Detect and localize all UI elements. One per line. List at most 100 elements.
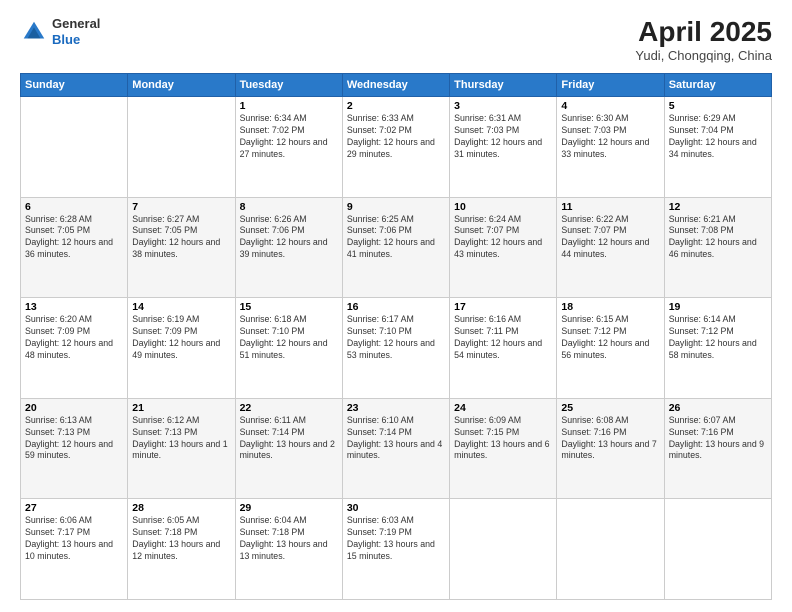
day-number: 3 [454,100,552,112]
day-number: 9 [347,201,445,213]
day-cell: 5Sunrise: 6:29 AM Sunset: 7:04 PM Daylig… [664,97,771,198]
day-number: 23 [347,402,445,414]
day-number: 30 [347,502,445,514]
day-number: 1 [240,100,338,112]
day-cell [128,97,235,198]
day-info: Sunrise: 6:20 AM Sunset: 7:09 PM Dayligh… [25,314,123,362]
day-info: Sunrise: 6:04 AM Sunset: 7:18 PM Dayligh… [240,515,338,563]
day-info: Sunrise: 6:31 AM Sunset: 7:03 PM Dayligh… [454,113,552,161]
day-cell: 28Sunrise: 6:05 AM Sunset: 7:18 PM Dayli… [128,499,235,600]
location: Yudi, Chongqing, China [635,48,772,63]
col-header-sunday: Sunday [21,74,128,97]
day-info: Sunrise: 6:28 AM Sunset: 7:05 PM Dayligh… [25,214,123,262]
week-row-1: 1Sunrise: 6:34 AM Sunset: 7:02 PM Daylig… [21,97,772,198]
day-cell: 1Sunrise: 6:34 AM Sunset: 7:02 PM Daylig… [235,97,342,198]
day-number: 2 [347,100,445,112]
logo-blue: Blue [52,32,100,48]
day-info: Sunrise: 6:03 AM Sunset: 7:19 PM Dayligh… [347,515,445,563]
day-number: 22 [240,402,338,414]
day-info: Sunrise: 6:21 AM Sunset: 7:08 PM Dayligh… [669,214,767,262]
day-number: 5 [669,100,767,112]
col-header-monday: Monday [128,74,235,97]
col-header-tuesday: Tuesday [235,74,342,97]
day-number: 13 [25,301,123,313]
day-number: 28 [132,502,230,514]
day-cell: 29Sunrise: 6:04 AM Sunset: 7:18 PM Dayli… [235,499,342,600]
day-number: 19 [669,301,767,313]
day-info: Sunrise: 6:06 AM Sunset: 7:17 PM Dayligh… [25,515,123,563]
col-header-friday: Friday [557,74,664,97]
day-info: Sunrise: 6:29 AM Sunset: 7:04 PM Dayligh… [669,113,767,161]
col-header-wednesday: Wednesday [342,74,449,97]
day-number: 10 [454,201,552,213]
day-info: Sunrise: 6:26 AM Sunset: 7:06 PM Dayligh… [240,214,338,262]
calendar-table: SundayMondayTuesdayWednesdayThursdayFrid… [20,73,772,600]
day-cell: 26Sunrise: 6:07 AM Sunset: 7:16 PM Dayli… [664,398,771,499]
day-info: Sunrise: 6:34 AM Sunset: 7:02 PM Dayligh… [240,113,338,161]
day-info: Sunrise: 6:11 AM Sunset: 7:14 PM Dayligh… [240,415,338,463]
day-cell: 3Sunrise: 6:31 AM Sunset: 7:03 PM Daylig… [450,97,557,198]
day-number: 18 [561,301,659,313]
day-cell: 25Sunrise: 6:08 AM Sunset: 7:16 PM Dayli… [557,398,664,499]
day-info: Sunrise: 6:05 AM Sunset: 7:18 PM Dayligh… [132,515,230,563]
day-info: Sunrise: 6:18 AM Sunset: 7:10 PM Dayligh… [240,314,338,362]
day-info: Sunrise: 6:10 AM Sunset: 7:14 PM Dayligh… [347,415,445,463]
day-number: 14 [132,301,230,313]
day-cell: 23Sunrise: 6:10 AM Sunset: 7:14 PM Dayli… [342,398,449,499]
day-cell: 9Sunrise: 6:25 AM Sunset: 7:06 PM Daylig… [342,197,449,298]
logo-text: General Blue [52,16,100,47]
day-number: 17 [454,301,552,313]
day-info: Sunrise: 6:14 AM Sunset: 7:12 PM Dayligh… [669,314,767,362]
day-number: 11 [561,201,659,213]
month-year: April 2025 [635,16,772,48]
day-cell: 27Sunrise: 6:06 AM Sunset: 7:17 PM Dayli… [21,499,128,600]
day-cell [21,97,128,198]
day-info: Sunrise: 6:09 AM Sunset: 7:15 PM Dayligh… [454,415,552,463]
day-number: 7 [132,201,230,213]
week-row-4: 20Sunrise: 6:13 AM Sunset: 7:13 PM Dayli… [21,398,772,499]
day-cell: 19Sunrise: 6:14 AM Sunset: 7:12 PM Dayli… [664,298,771,399]
day-number: 26 [669,402,767,414]
day-number: 20 [25,402,123,414]
day-info: Sunrise: 6:33 AM Sunset: 7:02 PM Dayligh… [347,113,445,161]
title-block: April 2025 Yudi, Chongqing, China [635,16,772,63]
day-cell: 14Sunrise: 6:19 AM Sunset: 7:09 PM Dayli… [128,298,235,399]
day-number: 8 [240,201,338,213]
day-cell: 4Sunrise: 6:30 AM Sunset: 7:03 PM Daylig… [557,97,664,198]
day-info: Sunrise: 6:24 AM Sunset: 7:07 PM Dayligh… [454,214,552,262]
col-header-saturday: Saturday [664,74,771,97]
col-header-thursday: Thursday [450,74,557,97]
day-cell: 7Sunrise: 6:27 AM Sunset: 7:05 PM Daylig… [128,197,235,298]
logo: General Blue [20,16,100,47]
day-cell [450,499,557,600]
day-cell: 13Sunrise: 6:20 AM Sunset: 7:09 PM Dayli… [21,298,128,399]
day-cell: 10Sunrise: 6:24 AM Sunset: 7:07 PM Dayli… [450,197,557,298]
page: General Blue April 2025 Yudi, Chongqing,… [0,0,792,612]
day-cell: 8Sunrise: 6:26 AM Sunset: 7:06 PM Daylig… [235,197,342,298]
day-info: Sunrise: 6:13 AM Sunset: 7:13 PM Dayligh… [25,415,123,463]
day-number: 12 [669,201,767,213]
header: General Blue April 2025 Yudi, Chongqing,… [20,16,772,63]
logo-icon [20,18,48,46]
day-info: Sunrise: 6:25 AM Sunset: 7:06 PM Dayligh… [347,214,445,262]
day-cell: 6Sunrise: 6:28 AM Sunset: 7:05 PM Daylig… [21,197,128,298]
day-cell: 18Sunrise: 6:15 AM Sunset: 7:12 PM Dayli… [557,298,664,399]
day-cell: 17Sunrise: 6:16 AM Sunset: 7:11 PM Dayli… [450,298,557,399]
day-cell: 2Sunrise: 6:33 AM Sunset: 7:02 PM Daylig… [342,97,449,198]
day-info: Sunrise: 6:19 AM Sunset: 7:09 PM Dayligh… [132,314,230,362]
day-cell: 12Sunrise: 6:21 AM Sunset: 7:08 PM Dayli… [664,197,771,298]
logo-general: General [52,16,100,32]
day-info: Sunrise: 6:07 AM Sunset: 7:16 PM Dayligh… [669,415,767,463]
day-number: 6 [25,201,123,213]
day-number: 27 [25,502,123,514]
day-info: Sunrise: 6:22 AM Sunset: 7:07 PM Dayligh… [561,214,659,262]
day-info: Sunrise: 6:15 AM Sunset: 7:12 PM Dayligh… [561,314,659,362]
day-info: Sunrise: 6:17 AM Sunset: 7:10 PM Dayligh… [347,314,445,362]
day-cell: 11Sunrise: 6:22 AM Sunset: 7:07 PM Dayli… [557,197,664,298]
day-cell: 22Sunrise: 6:11 AM Sunset: 7:14 PM Dayli… [235,398,342,499]
day-number: 4 [561,100,659,112]
day-number: 15 [240,301,338,313]
day-info: Sunrise: 6:08 AM Sunset: 7:16 PM Dayligh… [561,415,659,463]
day-cell: 24Sunrise: 6:09 AM Sunset: 7:15 PM Dayli… [450,398,557,499]
day-info: Sunrise: 6:16 AM Sunset: 7:11 PM Dayligh… [454,314,552,362]
